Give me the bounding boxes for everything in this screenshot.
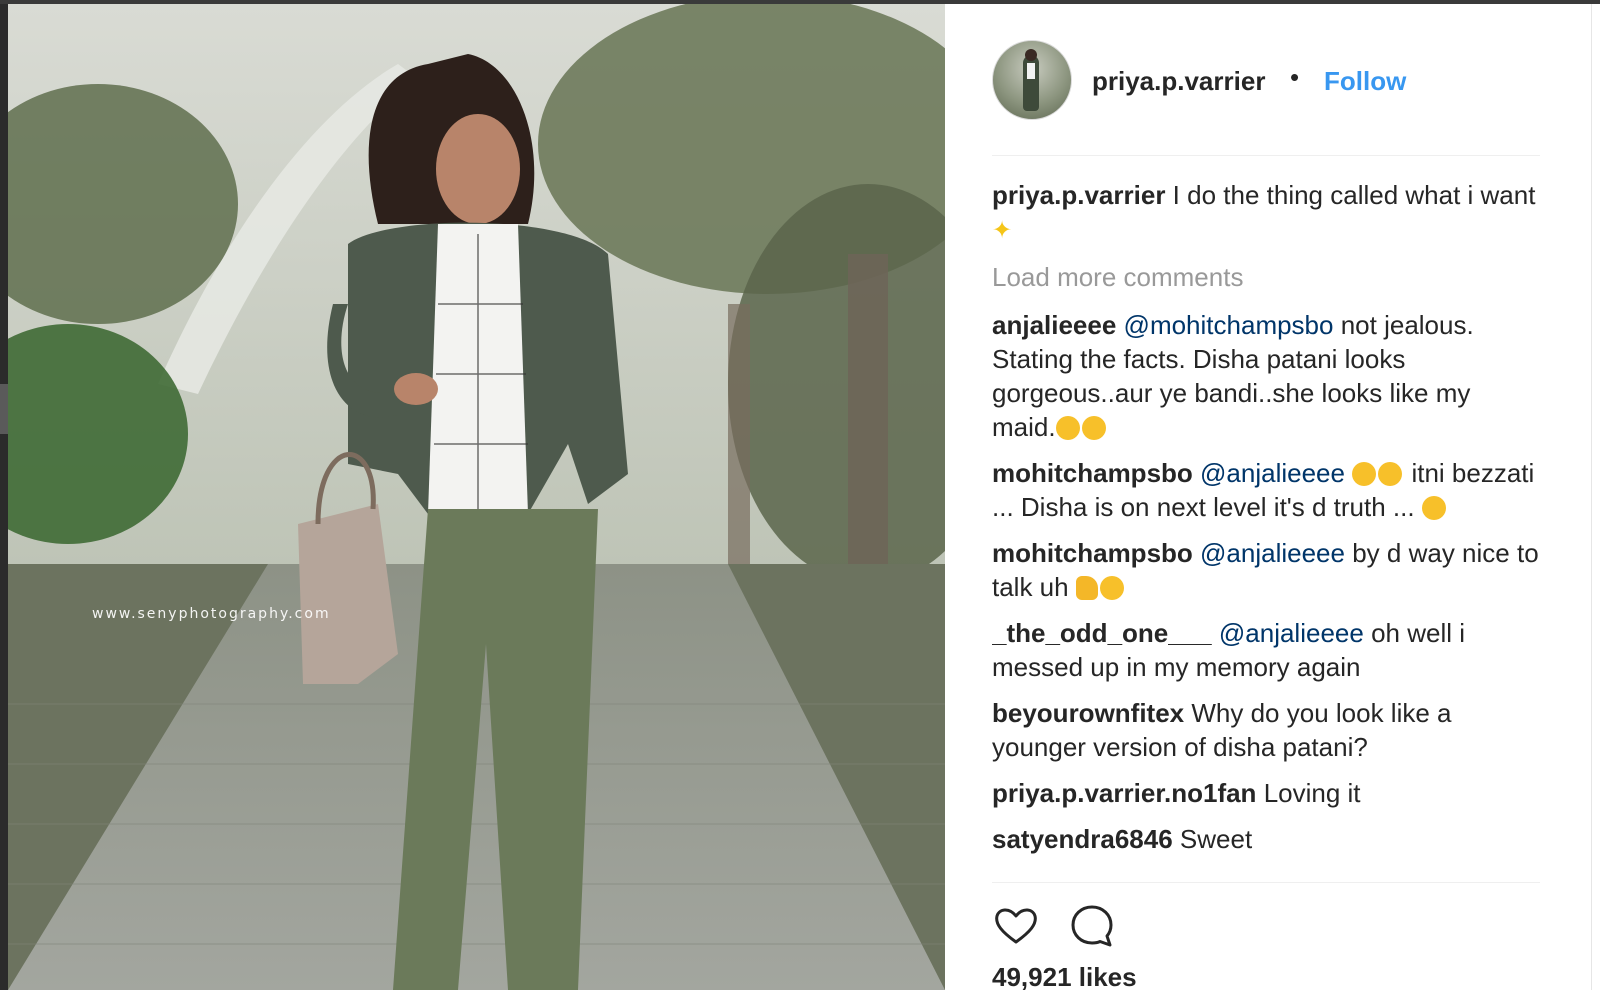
comment-item: beyourownfitex Why do you look like a yo… (992, 696, 1540, 764)
comment-username[interactable]: satyendra6846 (992, 824, 1173, 854)
comment-mention[interactable]: @anjalieeee (1200, 538, 1345, 568)
post-details-panel: priya.p.varrier • Follow priya.p.varrier… (945, 4, 1592, 990)
post-header: priya.p.varrier • Follow (992, 40, 1552, 120)
post-photo-illustration (8, 4, 945, 990)
left-edge-strip (0, 384, 8, 434)
comment-username[interactable]: beyourownfitex (992, 698, 1184, 728)
avatar-head (1025, 49, 1037, 61)
comment-item: satyendra6846 Sweet (992, 822, 1540, 856)
comment-text: Loving it (1263, 778, 1361, 808)
post-actions (992, 902, 1192, 952)
comments-divider (992, 882, 1540, 883)
comment-mention[interactable]: @anjalieeee (1200, 458, 1345, 488)
tears-of-joy-icon (1378, 462, 1403, 486)
left-edge-background (0, 4, 8, 990)
heart-icon[interactable] (992, 902, 1040, 950)
caption-username[interactable]: priya.p.varrier (992, 180, 1165, 210)
tears-of-joy-icon (1081, 416, 1106, 440)
thinking-face-icon (1055, 416, 1080, 440)
avatar-shirt (1027, 63, 1035, 79)
comment-username[interactable]: priya.p.varrier.no1fan (992, 778, 1256, 808)
thumbs-up-icon (1075, 576, 1098, 600)
comment-item: priya.p.varrier.no1fan Loving it (992, 776, 1540, 810)
comment-mention[interactable]: @anjalieeee (1219, 618, 1364, 648)
comment-username[interactable]: mohitchampsbo (992, 458, 1193, 488)
load-more-comments-link[interactable]: Load more comments (992, 260, 1540, 294)
comment-bubble-icon[interactable] (1068, 902, 1116, 950)
comment-mention[interactable]: @mohitchampsbo (1124, 310, 1334, 340)
comment-text: Sweet (1179, 824, 1253, 854)
header-divider (992, 155, 1540, 156)
caption-text: I do the thing called what i want (1172, 180, 1536, 210)
winking-face-icon (1421, 496, 1446, 520)
post-photo[interactable]: www.senyphotography.com (8, 4, 945, 990)
comments-list[interactable]: priya.p.varrier I do the thing called wh… (992, 178, 1540, 878)
comment-username[interactable]: anjalieeee (992, 310, 1116, 340)
winking-face-icon (1099, 576, 1124, 600)
follow-button[interactable]: Follow (1324, 66, 1406, 97)
comment-item: mohitchampsbo @anjalieeee by d way nice … (992, 536, 1540, 604)
header-username[interactable]: priya.p.varrier (1092, 66, 1265, 97)
likes-count[interactable]: 49,921 likes (992, 962, 1137, 990)
comment-username[interactable]: mohitchampsbo (992, 538, 1193, 568)
comment-username[interactable]: _the_odd_one___ (992, 618, 1212, 648)
comment-item: anjalieeee @mohitchampsbo not jealous. S… (992, 308, 1540, 444)
header-separator: • (1290, 62, 1300, 92)
sparkles-icon (992, 214, 1014, 248)
caption: priya.p.varrier I do the thing called wh… (992, 178, 1540, 248)
comment-item: mohitchampsbo @anjalieeee itni bezzati .… (992, 456, 1540, 524)
photo-watermark: www.senyphotography.com (92, 606, 331, 622)
avatar[interactable] (992, 40, 1072, 120)
comment-item: _the_odd_one___ @anjalieeee oh well i me… (992, 616, 1540, 684)
right-edge (1591, 4, 1600, 990)
tears-of-joy-icon (1352, 462, 1377, 486)
